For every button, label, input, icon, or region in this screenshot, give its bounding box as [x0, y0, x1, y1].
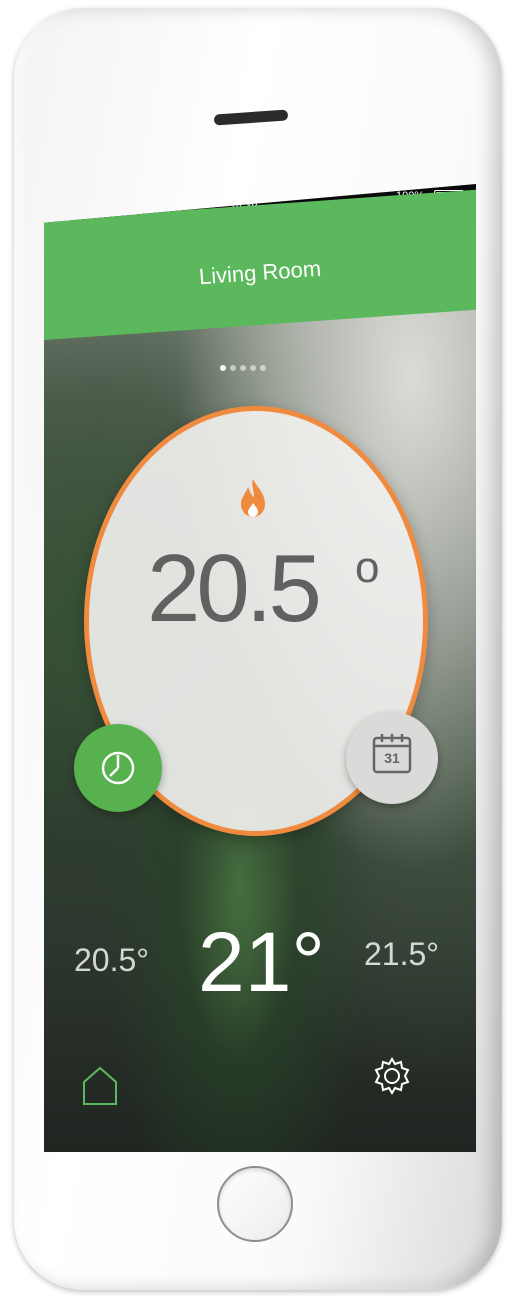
gear-icon[interactable]	[370, 1054, 414, 1098]
app-screen: ●●●○○ 14:39 100% Living Room 20.5 o	[44, 184, 476, 1152]
page-indicator[interactable]	[220, 358, 270, 376]
home-button[interactable]	[217, 1166, 293, 1242]
calendar-day: 31	[384, 750, 400, 766]
flame-icon	[241, 479, 265, 517]
timer-icon	[101, 751, 135, 785]
page-dot-1[interactable]	[220, 365, 226, 371]
earpiece-speaker	[213, 109, 289, 126]
setpoint-lower[interactable]: 20.5°	[74, 942, 149, 979]
setpoint-higher[interactable]: 21.5°	[364, 936, 439, 973]
page-dot-2[interactable]	[230, 365, 236, 371]
page-dot-4[interactable]	[250, 365, 256, 371]
timer-button[interactable]	[74, 724, 162, 812]
page-dot-5[interactable]	[260, 365, 266, 371]
schedule-button[interactable]: 31	[346, 712, 438, 804]
page-dot-3[interactable]	[240, 365, 246, 371]
home-icon[interactable]	[80, 1064, 120, 1106]
degree-symbol: o	[355, 543, 380, 592]
setpoint-current[interactable]: 21°	[198, 914, 325, 1011]
phone-frame: ●●●○○ 14:39 100% Living Room 20.5 o	[14, 8, 502, 1290]
